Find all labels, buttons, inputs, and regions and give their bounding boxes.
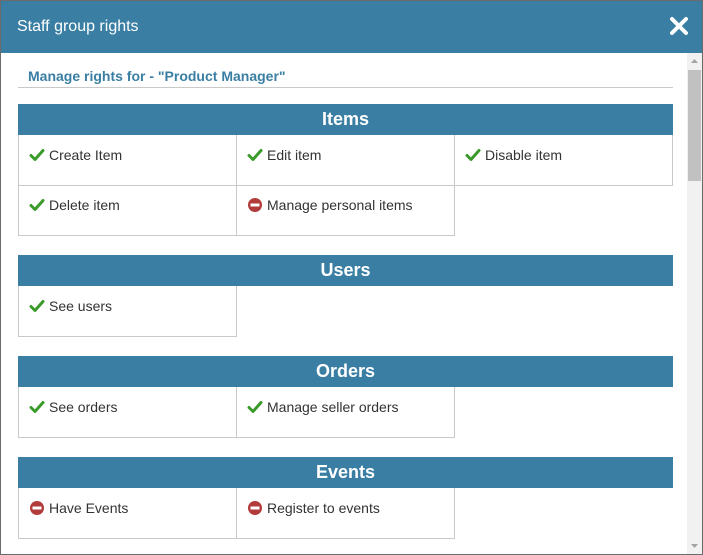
scroll-up-arrow-icon[interactable]	[687, 53, 702, 70]
rights-heading: Manage rights for - "Product Manager"	[28, 68, 286, 84]
right-item-see-users: See users	[18, 286, 237, 337]
right-label: Delete item	[49, 197, 120, 213]
no-entry-icon	[29, 500, 45, 516]
right-item-manage-seller-orders: Manage seller orders	[236, 387, 455, 438]
check-icon	[465, 147, 481, 163]
check-icon	[247, 399, 263, 415]
right-label: Manage seller orders	[267, 399, 399, 415]
check-icon	[29, 147, 45, 163]
right-label: See users	[49, 298, 113, 314]
section-events: Events Have Events Register to events	[18, 457, 673, 539]
right-item-delete-item: Delete item	[18, 185, 237, 236]
right-label: See orders	[49, 399, 118, 415]
right-label: Create Item	[49, 147, 123, 163]
check-icon	[247, 147, 263, 163]
right-label: Manage personal items	[267, 197, 413, 213]
right-item-see-orders: See orders	[18, 387, 237, 438]
close-icon[interactable]	[668, 15, 690, 37]
right-label: Register to events	[267, 500, 380, 516]
no-entry-icon	[247, 197, 263, 213]
section-header-users: Users	[18, 255, 673, 286]
right-item-manage-personal-items: Manage personal items	[236, 185, 455, 236]
section-items: Items Create Item Edit item Disable item…	[18, 104, 673, 236]
right-item-have-events: Have Events	[18, 488, 237, 539]
right-item-disable-item: Disable item	[454, 135, 673, 186]
dialog-content: Manage rights for - "Product Manager" It…	[1, 53, 687, 554]
right-item-edit-item: Edit item	[236, 135, 455, 186]
right-label: Disable item	[485, 147, 563, 163]
section-users: Users See users	[18, 255, 673, 337]
right-label: Edit item	[267, 147, 322, 163]
dialog-title: Staff group rights	[17, 18, 139, 35]
section-header-events: Events	[18, 457, 673, 488]
section-orders: Orders See orders Manage seller orders	[18, 356, 673, 438]
scrollbar-thumb[interactable]	[688, 70, 701, 181]
section-header-orders: Orders	[18, 356, 673, 387]
right-item-create-item: Create Item	[18, 135, 237, 186]
staff-group-rights-dialog: Staff group rights Manage rights for - "…	[0, 0, 703, 555]
check-icon	[29, 197, 45, 213]
no-entry-icon	[247, 500, 263, 516]
section-header-items: Items	[18, 104, 673, 135]
right-item-register-to-events: Register to events	[236, 488, 455, 539]
check-icon	[29, 298, 45, 314]
vertical-scrollbar[interactable]	[687, 53, 702, 554]
dialog-titlebar: Staff group rights	[1, 1, 702, 53]
right-label: Have Events	[49, 500, 129, 516]
check-icon	[29, 399, 45, 415]
rights-heading-container: Manage rights for - "Product Manager"	[18, 53, 673, 88]
scroll-down-arrow-icon[interactable]	[687, 537, 702, 554]
